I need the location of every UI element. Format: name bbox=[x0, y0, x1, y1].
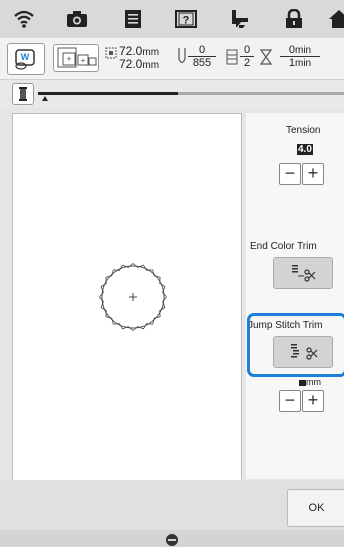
size-width-unit: mm bbox=[142, 47, 160, 58]
frame-selector-button[interactable]: W bbox=[7, 43, 45, 75]
needle-mode-icon[interactable] bbox=[229, 9, 251, 29]
stitch-current: 0 bbox=[188, 44, 216, 57]
wifi-icon[interactable] bbox=[13, 9, 35, 29]
svg-text:+: + bbox=[66, 54, 71, 64]
document-icon[interactable] bbox=[122, 9, 144, 29]
jump-stitch-increase-button[interactable]: + bbox=[302, 390, 324, 412]
progress-row bbox=[0, 80, 344, 108]
thread-spool-icon bbox=[19, 87, 27, 101]
color-count: 0 2 bbox=[240, 44, 254, 69]
footer-bar bbox=[0, 530, 344, 547]
color-current: 0 bbox=[240, 44, 254, 57]
jump-stitch-unit: mm bbox=[299, 377, 321, 387]
stitch-total: 855 bbox=[192, 57, 212, 69]
camera-icon[interactable] bbox=[66, 9, 88, 29]
size-icon bbox=[105, 47, 117, 59]
sewing-machine-icon[interactable] bbox=[164, 532, 180, 546]
progress-marker[interactable] bbox=[42, 96, 48, 101]
svg-text:+: + bbox=[81, 56, 86, 65]
stitch-count: 0 855 bbox=[188, 44, 216, 69]
top-toolbar: ? bbox=[0, 0, 344, 38]
layout-preview-button[interactable]: + + bbox=[53, 44, 99, 72]
tension-label: Tension bbox=[286, 125, 321, 136]
time-display: 0min 1min bbox=[280, 44, 320, 69]
tension-decrease-button[interactable]: − bbox=[279, 163, 301, 185]
progress-fill bbox=[38, 92, 178, 95]
embroidery-design bbox=[98, 262, 167, 332]
jump-stitch-unit-label: mm bbox=[306, 377, 321, 387]
svg-text:?: ? bbox=[183, 15, 190, 27]
jump-length-icon bbox=[299, 379, 306, 386]
color-total: 2 bbox=[243, 57, 251, 69]
needle-icon bbox=[178, 48, 186, 64]
settings-panel: Tension 4.0 − + End Color Trim Jump Stit… bbox=[246, 113, 344, 479]
size-width: 72.0 bbox=[119, 44, 143, 58]
svg-text:W: W bbox=[21, 52, 30, 62]
scissors-icon bbox=[292, 265, 316, 282]
jump-stitch-trim-highlight bbox=[247, 313, 344, 377]
color-change-icon bbox=[226, 49, 238, 65]
info-bar: W + + 72.0mm 72.0mm 0 855 0 2 0min 1min bbox=[0, 38, 344, 80]
size-display: 72.0mm 72.0mm bbox=[119, 45, 159, 71]
ok-button[interactable]: OK bbox=[287, 489, 344, 527]
hourglass-icon bbox=[260, 49, 272, 65]
embroidery-frame-icon: W bbox=[15, 49, 35, 70]
end-color-trim-button[interactable] bbox=[273, 257, 333, 289]
thread-spool-button[interactable] bbox=[12, 83, 34, 105]
embroidery-preview bbox=[12, 113, 242, 481]
help-icon[interactable]: ? bbox=[175, 9, 197, 29]
size-height: 72.0 bbox=[119, 57, 143, 71]
home-icon[interactable] bbox=[328, 9, 344, 29]
time-total-unit: min bbox=[295, 58, 312, 69]
tension-value: 4.0 bbox=[297, 144, 313, 155]
time-current-unit: min bbox=[295, 45, 312, 56]
end-color-trim-label: End Color Trim bbox=[250, 241, 317, 252]
jump-stitch-decrease-button[interactable]: − bbox=[279, 390, 301, 412]
layout-icon: + + bbox=[57, 47, 97, 68]
lock-icon[interactable] bbox=[283, 9, 305, 29]
tension-increase-button[interactable]: + bbox=[302, 163, 324, 185]
size-height-unit: mm bbox=[142, 60, 160, 71]
